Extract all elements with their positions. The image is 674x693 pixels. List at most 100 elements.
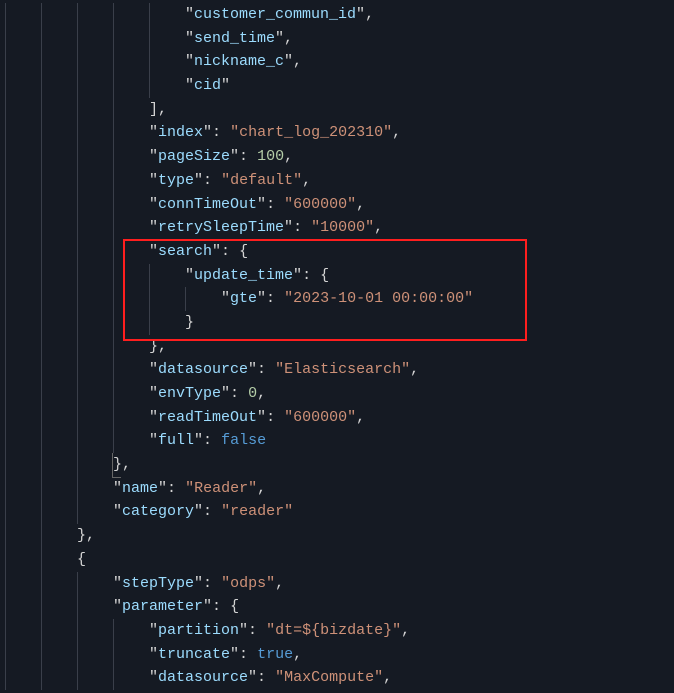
code-line[interactable]: "datasource": "MaxCompute", (0, 666, 674, 690)
code-line[interactable]: "pageSize": 100, (0, 145, 674, 169)
token-key: search (158, 243, 212, 260)
token-punct: : (239, 148, 257, 165)
token-punct: " (239, 622, 248, 639)
code-line[interactable]: "cid" (0, 74, 674, 98)
code-line[interactable]: "full": false (0, 429, 674, 453)
token-str: "default" (221, 172, 302, 189)
token-punct: " (194, 575, 203, 592)
token-punct: : (266, 409, 284, 426)
token-key: cid (194, 77, 221, 94)
token-punct: , (383, 669, 392, 686)
token-punct: " (257, 196, 266, 213)
token-punct: " (356, 6, 365, 23)
code-line[interactable]: "index": "chart_log_202310", (0, 121, 674, 145)
token-punct: " (212, 243, 221, 260)
code-line[interactable]: "type": "default", (0, 169, 674, 193)
token-punct: : (248, 622, 266, 639)
code-line[interactable]: "update_time": { (0, 264, 674, 288)
code-line[interactable]: "name": "Reader", (0, 477, 674, 501)
token-punct: " (284, 53, 293, 70)
code-line[interactable]: "stepType": "odps", (0, 572, 674, 596)
token-punct: " (185, 77, 194, 94)
code-line[interactable]: }, (0, 335, 674, 359)
token-punct: : (221, 243, 239, 260)
token-punct: " (149, 409, 158, 426)
code-line[interactable]: "send_time", (0, 27, 674, 51)
token-key: nickname_c (194, 53, 284, 70)
token-punct: " (113, 480, 122, 497)
token-punct: " (149, 124, 158, 141)
token-punct: } (149, 338, 158, 355)
token-punct: " (230, 646, 239, 663)
token-punct: , (158, 101, 167, 118)
code-line[interactable]: "customer_commun_id", (0, 3, 674, 27)
code-line[interactable]: "readTimeOut": "600000", (0, 406, 674, 430)
code-line[interactable]: "category": "reader" (0, 500, 674, 524)
token-key: truncate (158, 646, 230, 663)
token-punct: " (149, 196, 158, 213)
token-punct: , (86, 527, 95, 544)
token-punct: { (239, 243, 248, 260)
code-line[interactable]: "gte": "2023-10-01 00:00:00" (0, 287, 674, 311)
token-punct: : (266, 290, 284, 307)
token-key: gte (230, 290, 257, 307)
token-str: "Elasticsearch" (275, 361, 410, 378)
token-punct: ] (149, 101, 158, 118)
token-key: parameter (122, 598, 203, 615)
code-line[interactable]: "connTimeOut": "600000", (0, 193, 674, 217)
token-key: send_time (194, 30, 275, 47)
token-key: readTimeOut (158, 409, 257, 426)
code-line[interactable]: }, (0, 524, 674, 548)
token-punct: " (149, 243, 158, 260)
code-line[interactable]: "truncate": true, (0, 643, 674, 667)
token-num: 100 (257, 148, 284, 165)
token-punct: " (284, 219, 293, 236)
code-line[interactable]: }, (0, 453, 674, 477)
token-punct: , (356, 409, 365, 426)
token-punct: , (293, 53, 302, 70)
token-key: envType (158, 385, 221, 402)
token-punct: , (257, 385, 266, 402)
token-punct: : (203, 503, 221, 520)
code-line[interactable]: ], (0, 98, 674, 122)
code-line[interactable]: "partition": "dt=${bizdate}", (0, 619, 674, 643)
code-line[interactable]: "retrySleepTime": "10000", (0, 216, 674, 240)
token-key: type (158, 172, 194, 189)
code-editor[interactable]: "customer_commun_id","send_time","nickna… (0, 0, 674, 690)
token-punct: " (149, 172, 158, 189)
code-line[interactable]: } (0, 311, 674, 335)
token-punct: , (284, 30, 293, 47)
token-punct: " (158, 480, 167, 497)
token-punct: " (149, 385, 158, 402)
token-str: "MaxCompute" (275, 669, 383, 686)
token-punct: } (77, 527, 86, 544)
token-punct: , (410, 361, 419, 378)
token-punct: : (203, 575, 221, 592)
token-punct: " (275, 30, 284, 47)
token-key: retrySleepTime (158, 219, 284, 236)
token-str: "odps" (221, 575, 275, 592)
token-punct: " (149, 646, 158, 663)
token-punct: , (122, 456, 131, 473)
token-punct: : (203, 432, 221, 449)
code-line[interactable]: "datasource": "Elasticsearch", (0, 358, 674, 382)
token-punct: " (149, 622, 158, 639)
code-line[interactable]: "nickname_c", (0, 50, 674, 74)
token-bool: true (257, 646, 293, 663)
token-punct: " (185, 267, 194, 284)
token-punct: " (185, 53, 194, 70)
token-punct: " (113, 575, 122, 592)
token-punct: " (185, 6, 194, 23)
token-str: "2023-10-01 00:00:00" (284, 290, 473, 307)
token-punct: , (392, 124, 401, 141)
token-punct: : (167, 480, 185, 497)
token-punct: , (374, 219, 383, 236)
code-line[interactable]: { (0, 548, 674, 572)
token-punct: " (203, 598, 212, 615)
token-punct: " (113, 503, 122, 520)
code-line[interactable]: "search": { (0, 240, 674, 264)
token-punct: " (257, 290, 266, 307)
code-line[interactable]: "parameter": { (0, 595, 674, 619)
token-key: customer_commun_id (194, 6, 356, 23)
code-line[interactable]: "envType": 0, (0, 382, 674, 406)
